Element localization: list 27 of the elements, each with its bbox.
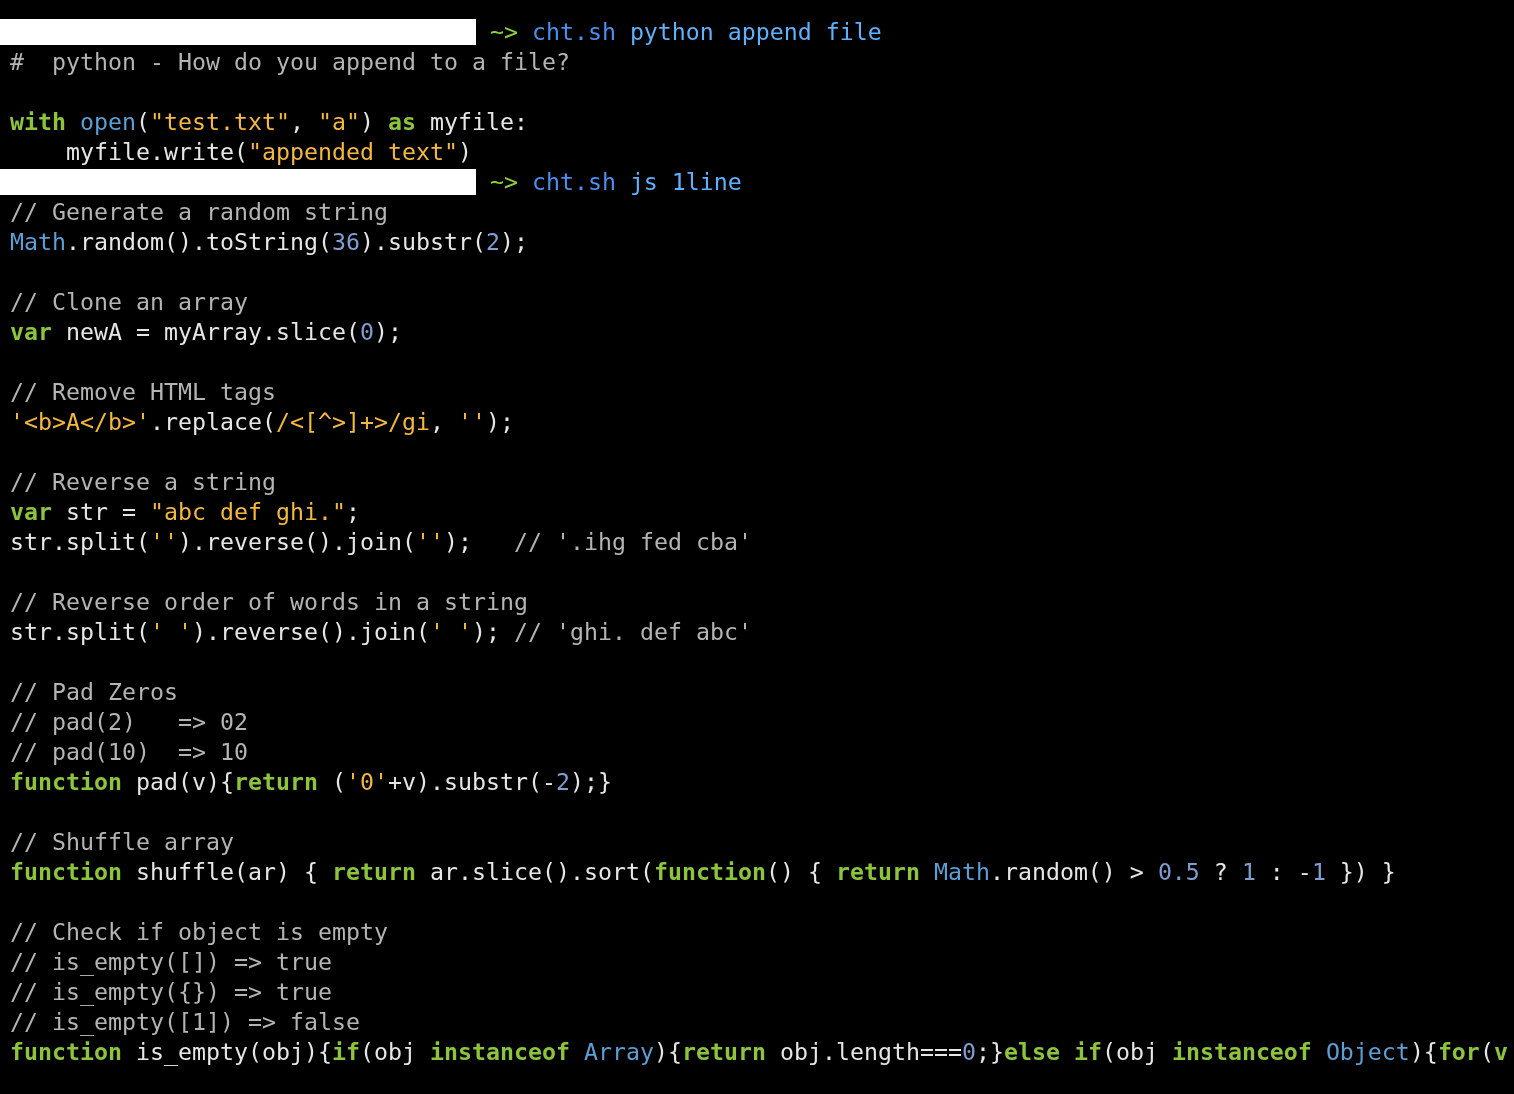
code-comment: // Reverse a string bbox=[10, 467, 276, 497]
code-line: function is_empty(obj){if(obj instanceof Array){return obj.length===0;}else if(obj instanceof Object){for(v bbox=[10, 1037, 1508, 1067]
code-comment: # python - How do you append to a file? bbox=[10, 47, 570, 77]
code-line: myfile.write("appended text") bbox=[65, 137, 472, 167]
code-comment: // Remove HTML tags bbox=[10, 377, 276, 407]
code-comment: // Reverse order of words in a string bbox=[10, 587, 528, 617]
code-comment: // Shuffle array bbox=[10, 827, 234, 857]
code-comment: // Pad Zeros bbox=[10, 677, 178, 707]
code-comment: // Check if object is empty bbox=[10, 917, 388, 947]
code-comment: // is_empty([]) => true bbox=[10, 947, 332, 977]
code-line: with open("test.txt", "a") as myfile: bbox=[10, 107, 528, 137]
code-comment: // is_empty([1]) => false bbox=[10, 1007, 360, 1037]
code-line: Math.random().toString(36).substr(2); bbox=[10, 227, 528, 257]
code-line: str.split(' ').reverse().join(' '); // 'ghi. def abc' bbox=[10, 617, 752, 647]
shell-command: ~> cht.sh js 1line bbox=[489, 167, 742, 197]
code-comment: // pad(2) => 02 bbox=[10, 707, 248, 737]
code-comment: // pad(10) => 10 bbox=[10, 737, 248, 767]
shell-command: ~> cht.sh python append file bbox=[489, 17, 882, 47]
code-line: function pad(v){return ('0'+v).substr(-2);} bbox=[10, 767, 612, 797]
code-line: '<b>A</b>'.replace(/<[^>]+>/gi, ''); bbox=[10, 407, 514, 437]
code-line: str.split('').reverse().join(''); // '.ihg fed cba' bbox=[10, 527, 752, 557]
code-comment: // Generate a random string bbox=[10, 197, 388, 227]
code-line: function shuffle(ar) { return ar.slice().sort(function() { return Math.random() > 0.5 ? 1 : -1 }) } bbox=[10, 857, 1396, 887]
code-comment: // is_empty({}) => true bbox=[10, 977, 332, 1007]
code-line: var newA = myArray.slice(0); bbox=[10, 317, 402, 347]
code-comment: // Clone an array bbox=[10, 287, 248, 317]
code-line: var str = "abc def ghi."; bbox=[10, 497, 360, 527]
